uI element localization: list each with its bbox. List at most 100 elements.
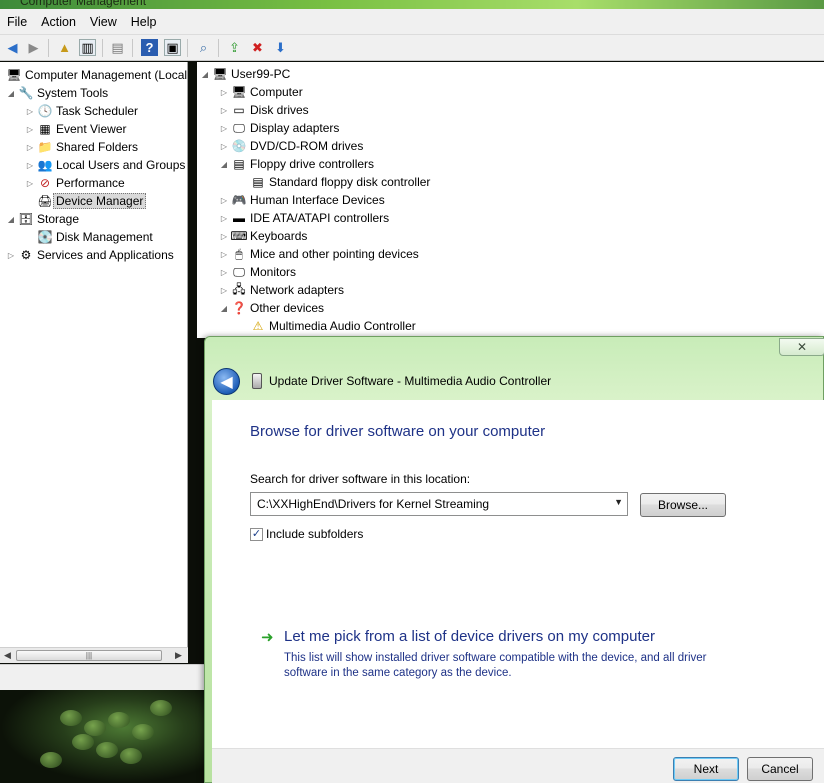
expand-arrow-icon[interactable]: ▷: [219, 196, 229, 205]
tree-horizontal-scrollbar[interactable]: ◀ ||| ▶: [0, 647, 188, 663]
scroll-left-icon[interactable]: ◀: [4, 650, 11, 661]
tree-item-services-applications[interactable]: ▷ ⚙ Services and Applications: [6, 246, 174, 264]
device-category-display-adapters[interactable]: ▷ 🖵 Display adapters: [219, 119, 339, 137]
device-multimedia-audio-controller[interactable]: ⚠ Multimedia Audio Controller: [238, 317, 416, 335]
device-category-ide-controllers[interactable]: ▷ ▬ IDE ATA/ATAPI controllers: [219, 209, 389, 227]
tree-item-system-tools[interactable]: ◢ 🔧 System Tools: [6, 84, 108, 102]
computer-icon: 🖥: [231, 85, 247, 99]
device-category-network-adapters[interactable]: ▷ 🖧 Network adapters: [219, 281, 344, 299]
device-manager-icon: 🖨: [37, 194, 53, 208]
scroll-right-icon[interactable]: ▶: [175, 650, 182, 661]
tree-item-label: Device Manager: [53, 193, 147, 209]
menu-action[interactable]: Action: [34, 15, 83, 29]
tree-item-label: Performance: [56, 176, 125, 190]
device-category-dvd-drives[interactable]: ▷ 💿 DVD/CD-ROM drives: [219, 137, 363, 155]
device-category-other-devices[interactable]: ◢ ❓ Other devices: [219, 299, 324, 317]
browse-button[interactable]: Browse...: [640, 493, 726, 517]
display-adapter-icon: 🖵: [233, 120, 245, 135]
pick-from-list-link[interactable]: Let me pick from a list of device driver…: [284, 628, 655, 645]
show-hide-tree-icon[interactable]: ▥: [79, 39, 96, 56]
menu-view[interactable]: View: [83, 15, 124, 29]
menu-file[interactable]: File: [0, 15, 34, 29]
menu-help[interactable]: Help: [124, 15, 164, 29]
properties-icon[interactable]: ▤: [109, 39, 126, 56]
keyboard-icon: ⌨: [230, 229, 248, 243]
tree-item-computer-management[interactable]: 🖥 Computer Management (Local: [4, 66, 187, 84]
dvd-drive-icon: 💿: [231, 139, 247, 153]
toolbar-separator: [187, 39, 188, 57]
cancel-button[interactable]: Cancel: [747, 757, 813, 781]
back-arrow-icon[interactable]: ◀: [4, 39, 21, 56]
include-subfolders-checkbox[interactable]: ✓: [250, 527, 263, 541]
disk-drive-icon: ▭: [233, 103, 245, 117]
tree-item-storage[interactable]: ◢ 🗄 Storage: [6, 210, 79, 228]
expand-arrow-icon[interactable]: ▷: [219, 214, 229, 223]
device-standard-floppy-controller[interactable]: ▤ Standard floppy disk controller: [238, 173, 430, 191]
expand-arrow-icon[interactable]: ▷: [25, 143, 35, 152]
action-pane-icon[interactable]: ▣: [164, 39, 181, 56]
tree-item-local-users-groups[interactable]: ▷ 👥 Local Users and Groups: [25, 156, 185, 174]
device-category-hid[interactable]: ▷ 🎮 Human Interface Devices: [219, 191, 385, 209]
enable-device-icon[interactable]: ⬇: [272, 39, 289, 56]
collapse-arrow-icon[interactable]: ◢: [219, 160, 229, 169]
tree-item-shared-folders[interactable]: ▷ 📁 Shared Folders: [25, 138, 138, 156]
device-category-keyboards[interactable]: ▷ ⌨ Keyboards: [219, 227, 307, 245]
expand-arrow-icon[interactable]: ▷: [219, 286, 229, 295]
scrollbar-thumb[interactable]: |||: [16, 650, 162, 661]
next-button[interactable]: Next: [673, 757, 739, 781]
expand-arrow-icon[interactable]: ▷: [219, 250, 229, 259]
forward-arrow-icon[interactable]: ▶: [25, 39, 42, 56]
device-tree-label: Standard floppy disk controller: [269, 175, 431, 189]
dropdown-arrow-icon[interactable]: ▼: [614, 497, 623, 507]
device-category-mice[interactable]: ▷ 🖱 Mice and other pointing devices: [219, 245, 419, 263]
device-tree-label: Human Interface Devices: [250, 193, 385, 207]
dialog-title: Update Driver Software - Multimedia Audi…: [269, 374, 552, 388]
floppy-controller-icon: ▤: [233, 157, 245, 171]
device-category-floppy-controllers[interactable]: ◢ ▤ Floppy drive controllers: [219, 155, 374, 173]
driver-path-value: C:\XXHighEnd\Drivers for Kernel Streamin…: [257, 497, 490, 511]
scan-hardware-icon[interactable]: ⌕: [195, 39, 212, 56]
collapse-arrow-icon[interactable]: ◢: [6, 215, 16, 224]
window-title: Computer Management: [20, 0, 147, 8]
tree-item-task-scheduler[interactable]: ▷ 🕓 Task Scheduler: [25, 102, 138, 120]
expand-arrow-icon[interactable]: ▷: [25, 125, 35, 134]
device-tree-label: Multimedia Audio Controller: [269, 319, 416, 333]
expand-arrow-icon[interactable]: ▷: [25, 179, 35, 188]
device-category-disk-drives[interactable]: ▷ ▭ Disk drives: [219, 101, 309, 119]
driver-path-combobox[interactable]: C:\XXHighEnd\Drivers for Kernel Streamin…: [250, 492, 628, 516]
expand-arrow-icon[interactable]: ▷: [219, 124, 229, 133]
expand-arrow-icon[interactable]: ▷: [219, 88, 229, 97]
expand-arrow-icon[interactable]: ▷: [219, 232, 229, 241]
collapse-arrow-icon[interactable]: ◢: [6, 89, 16, 98]
collapse-arrow-icon[interactable]: ◢: [219, 304, 229, 313]
expand-arrow-icon[interactable]: ▷: [25, 161, 35, 170]
console-tree: 🖥 Computer Management (Local ◢ 🔧 System …: [0, 62, 188, 662]
expand-arrow-icon[interactable]: ▷: [219, 106, 229, 115]
device-tree-root[interactable]: ◢ 🖥 User99-PC: [200, 65, 290, 83]
disk-icon: 💽: [37, 230, 53, 244]
device-tree-label: Other devices: [250, 301, 325, 315]
close-icon[interactable]: ✕: [779, 338, 824, 356]
device-category-monitors[interactable]: ▷ 🖵 Monitors: [219, 263, 296, 281]
tree-item-disk-management[interactable]: 💽 Disk Management: [25, 228, 153, 246]
up-folder-icon[interactable]: ▲: [56, 39, 73, 56]
back-arrow-icon[interactable]: ◀: [213, 368, 240, 395]
tree-item-label: Services and Applications: [37, 248, 174, 262]
device-category-computer[interactable]: ▷ 🖥 Computer: [219, 83, 303, 101]
uninstall-device-icon[interactable]: ✖: [249, 39, 266, 56]
expand-arrow-icon[interactable]: ▷: [25, 107, 35, 116]
device-tree-label: DVD/CD-ROM drives: [250, 139, 364, 153]
search-location-label: Search for driver software in this locat…: [250, 472, 471, 486]
device-tree-label: Network adapters: [250, 283, 345, 297]
help-icon[interactable]: ?: [141, 39, 158, 56]
update-driver-icon[interactable]: ⇪: [226, 39, 243, 56]
include-subfolders-option[interactable]: ✓ Include subfolders: [250, 527, 363, 541]
expand-arrow-icon[interactable]: ▷: [6, 251, 16, 260]
tree-item-device-manager[interactable]: 🖨 Device Manager: [25, 192, 147, 210]
expand-arrow-icon[interactable]: ▷: [219, 268, 229, 277]
tree-item-event-viewer[interactable]: ▷ ▦ Event Viewer: [25, 120, 127, 138]
collapse-arrow-icon[interactable]: ◢: [200, 70, 210, 79]
tree-item-performance[interactable]: ▷ ⊘ Performance: [25, 174, 125, 192]
tree-item-label: Event Viewer: [56, 122, 127, 136]
expand-arrow-icon[interactable]: ▷: [219, 142, 229, 151]
